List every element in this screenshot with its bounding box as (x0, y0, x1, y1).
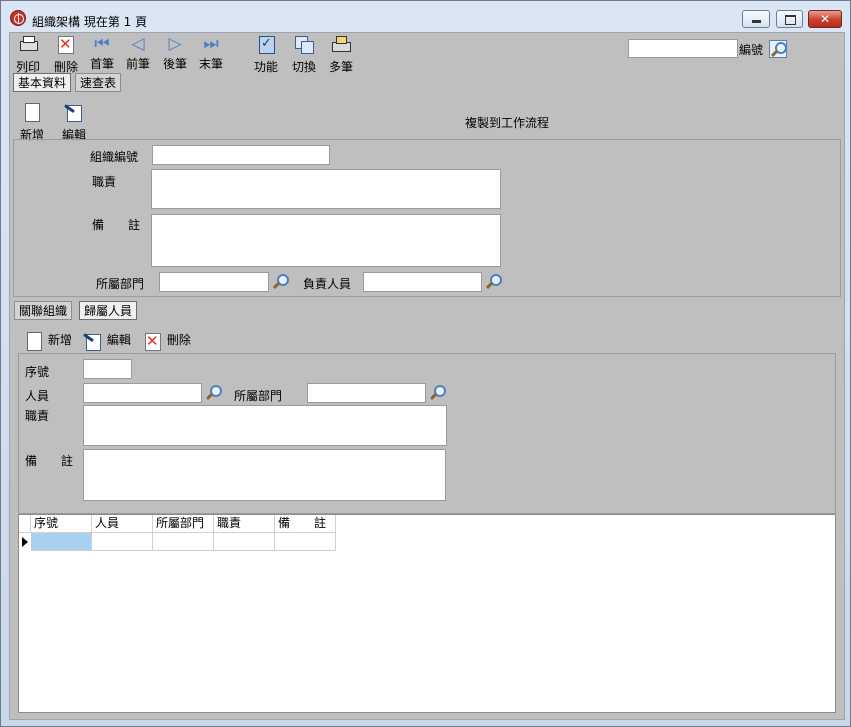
client-area: 列印 刪除 ⏮ 首筆 ◁ 前筆 ▷ 後筆 ⏭ 末筆 功能 切換 (9, 32, 845, 720)
dept-field[interactable] (159, 272, 269, 292)
delete-button[interactable]: 刪除 (50, 35, 82, 75)
switch-button[interactable]: 切換 (288, 35, 320, 75)
person-label: 人員 (25, 389, 50, 403)
grid-header-person[interactable]: 人員 (92, 515, 153, 533)
prev-record-button[interactable]: ◁ 前筆 (122, 35, 154, 72)
search-input[interactable] (628, 39, 738, 58)
grid-cell-duties[interactable] (214, 533, 275, 551)
app-icon (10, 10, 26, 26)
minimize-icon (752, 20, 761, 23)
grid-cell-seq[interactable] (31, 533, 92, 551)
grid-cell-dept[interactable] (153, 533, 214, 551)
grid-header-dept[interactable]: 所屬部門 (153, 515, 214, 533)
sub-dept-lookup-icon[interactable] (429, 384, 446, 401)
grid-header-duties[interactable]: 職責 (214, 515, 275, 533)
org-code-field[interactable] (152, 145, 330, 165)
next-record-icon: ▷ (168, 34, 182, 54)
grid-cell-notes[interactable] (275, 533, 336, 551)
new-record-button[interactable]: 新增 (16, 103, 48, 143)
sub-new-icon (24, 331, 44, 351)
tab-quick-lookup[interactable]: 速查表 (75, 73, 122, 92)
organization-form-panel: 組織編號 職責 備 註 所屬部門 負責人員 (13, 139, 841, 297)
edit-icon (64, 103, 84, 122)
grid-header-notes[interactable]: 備 註 (275, 515, 336, 533)
sub-edit-button[interactable]: 編輯 (83, 331, 131, 351)
prev-record-icon: ◁ (131, 34, 145, 54)
multi-record-button[interactable]: 多筆 (325, 35, 357, 75)
edit-record-button[interactable]: 編輯 (58, 103, 90, 143)
print-button[interactable]: 列印 (12, 35, 44, 75)
dept-label: 所屬部門 (96, 277, 145, 291)
notes-label: 備 註 (92, 218, 141, 232)
next-record-button[interactable]: ▷ 後筆 (159, 35, 191, 72)
sub-notes-label: 備 註 (25, 454, 74, 468)
search-label: 編號 (739, 43, 764, 57)
duties-label: 職責 (92, 175, 117, 189)
org-code-label: 組織編號 (90, 150, 139, 164)
person-lookup-icon[interactable] (205, 384, 222, 401)
notes-field[interactable] (151, 214, 501, 267)
sub-delete-icon (143, 332, 163, 351)
tab-basic-info[interactable]: 基本資料 (13, 73, 72, 92)
first-record-button[interactable]: ⏮ 首筆 (86, 35, 118, 72)
window-title: 組織架構 現在第 1 頁 (32, 15, 148, 29)
last-record-icon: ⏭ (203, 34, 219, 54)
multi-record-label: 多筆 (328, 60, 353, 74)
duties-field[interactable] (151, 169, 501, 209)
multi-record-icon (331, 35, 351, 53)
function-button[interactable]: 功能 (250, 35, 282, 75)
application-window: 組織架構 現在第 1 頁 ✕ 列印 刪除 ⏮ 首筆 ◁ 前筆 ▷ 後筆 ⏭ 末筆 (0, 0, 851, 727)
sub-delete-button[interactable]: 刪除 (143, 331, 191, 351)
staff-grid[interactable]: 序號 人員 所屬部門 職責 備 註 (18, 514, 836, 713)
staff-form-panel: 序號 人員 所屬部門 職責 備 註 (18, 353, 836, 514)
grid-cell-person[interactable] (92, 533, 153, 551)
row-pointer-icon (19, 533, 31, 551)
manager-field[interactable] (363, 272, 482, 292)
search-button[interactable] (769, 40, 787, 58)
printer-icon (18, 35, 38, 53)
tab-related-org[interactable]: 關聯組織 (14, 301, 73, 320)
sub-duties-field[interactable] (83, 405, 447, 446)
sub-delete-label: 刪除 (166, 333, 191, 347)
switch-label: 切換 (291, 60, 316, 74)
seq-label: 序號 (25, 365, 50, 379)
manager-label: 負責人員 (303, 277, 352, 291)
function-icon (256, 35, 276, 54)
sub-dept-field[interactable] (307, 383, 426, 403)
delete-icon (56, 35, 76, 54)
person-field[interactable] (83, 383, 202, 403)
sub-new-label: 新增 (47, 333, 72, 347)
close-button[interactable]: ✕ (808, 10, 842, 28)
grid-header-seq[interactable]: 序號 (31, 515, 92, 533)
search-icon (770, 41, 787, 58)
title-bar[interactable]: 組織架構 現在第 1 頁 ✕ (1, 1, 850, 33)
sub-edit-label: 編輯 (106, 333, 131, 347)
switch-icon (294, 35, 314, 54)
sub-duties-label: 職責 (25, 409, 50, 423)
dept-lookup-icon[interactable] (272, 273, 289, 290)
minimize-button[interactable] (742, 10, 770, 28)
first-record-label: 首筆 (89, 57, 114, 71)
copy-to-workflow-link[interactable]: 複製到工作流程 (465, 114, 549, 131)
tab-assigned-staff[interactable]: 歸屬人員 (79, 301, 138, 320)
seq-field[interactable] (83, 359, 132, 379)
prev-record-label: 前筆 (125, 57, 150, 71)
manager-lookup-icon[interactable] (485, 273, 502, 290)
first-record-icon: ⏮ (94, 34, 110, 54)
last-record-label: 末筆 (198, 57, 223, 71)
last-record-button[interactable]: ⏭ 末筆 (195, 35, 227, 72)
close-icon: ✕ (819, 12, 831, 26)
function-label: 功能 (253, 60, 278, 74)
new-document-icon (22, 103, 42, 122)
sub-new-button[interactable]: 新增 (24, 331, 72, 351)
maximize-icon (785, 15, 796, 25)
sub-dept-label: 所屬部門 (234, 389, 283, 403)
sub-edit-icon (83, 332, 103, 351)
maximize-button[interactable] (776, 10, 803, 28)
grid-corner (19, 515, 31, 533)
next-record-label: 後筆 (162, 57, 187, 71)
sub-notes-field[interactable] (83, 449, 446, 501)
